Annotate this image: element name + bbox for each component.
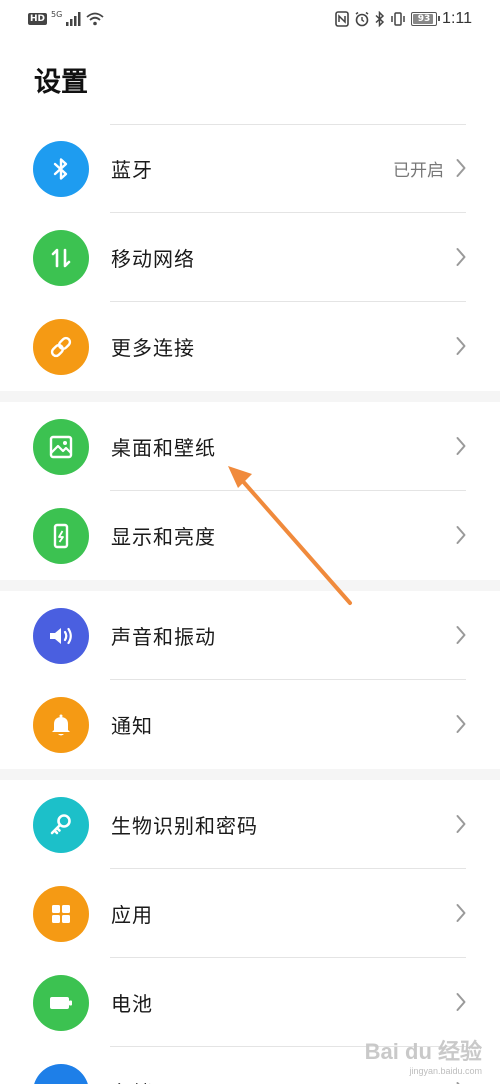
setting-row-notifications[interactable]: 通知 xyxy=(0,680,500,769)
battery-indicator: 93 xyxy=(411,12,441,26)
apps-icon xyxy=(33,886,89,942)
chevron-right-icon xyxy=(456,336,466,360)
chevron-right-icon xyxy=(456,814,466,838)
page-title: 设置 xyxy=(34,67,88,98)
setting-row-biometrics-password[interactable]: 生物识别和密码 xyxy=(0,780,500,869)
nfc-icon xyxy=(335,11,349,27)
wifi-icon xyxy=(86,12,104,26)
chevron-right-icon xyxy=(456,436,466,460)
link-icon xyxy=(33,319,89,375)
chevron-right-icon xyxy=(456,992,466,1016)
battery-icon xyxy=(33,975,89,1031)
wallpaper-icon xyxy=(33,419,89,475)
chevron-right-icon xyxy=(456,158,466,182)
setting-label: 存储 xyxy=(111,1077,153,1084)
setting-label: 声音和振动 xyxy=(111,625,216,649)
chevron-right-icon xyxy=(456,247,466,271)
watermark: Bai du 经验 jingyan.baidu.com xyxy=(365,1034,482,1076)
watermark-url: jingyan.baidu.com xyxy=(409,1066,482,1076)
chevron-right-icon xyxy=(456,714,466,738)
clock: 1:11 xyxy=(442,10,472,27)
setting-row-mobile-network[interactable]: 移动网络 xyxy=(0,213,500,302)
header: 设置 xyxy=(0,40,500,124)
bell-icon xyxy=(33,697,89,753)
chevron-right-icon xyxy=(456,903,466,927)
alarm-icon xyxy=(354,11,370,27)
setting-row-sound-vibration[interactable]: 声音和振动 xyxy=(0,591,500,680)
setting-row-display-brightness[interactable]: 显示和亮度 xyxy=(0,491,500,580)
key-icon xyxy=(33,797,89,853)
chevron-right-icon xyxy=(456,525,466,549)
bluetooth-icon xyxy=(33,141,89,197)
settings-screen: HD 5G 93 1:11 设置 蓝牙 已开启 移动网络 更多连接 桌面和壁纸 … xyxy=(0,0,500,1084)
signal-icon xyxy=(66,12,82,26)
chevron-right-icon xyxy=(456,625,466,649)
setting-label: 生物识别和密码 xyxy=(111,814,258,838)
battery-text: 93 xyxy=(417,14,431,24)
bluetooth-status-icon xyxy=(375,11,385,27)
watermark-logo: Bai du 经验 xyxy=(364,1039,482,1064)
setting-label: 桌面和壁纸 xyxy=(111,436,216,460)
mobile-data-icon xyxy=(33,230,89,286)
setting-label: 更多连接 xyxy=(111,336,195,360)
display-icon xyxy=(33,508,89,564)
setting-row-bluetooth[interactable]: 蓝牙 已开启 xyxy=(0,124,500,213)
settings-group-sound: 声音和振动 通知 xyxy=(0,591,500,769)
hd-badge: HD xyxy=(28,13,48,25)
status-bar: HD 5G 93 1:11 xyxy=(0,0,500,40)
setting-row-home-wallpaper[interactable]: 桌面和壁纸 xyxy=(0,402,500,491)
status-left: HD 5G xyxy=(28,9,104,29)
setting-value: 已开启 xyxy=(393,161,444,181)
settings-group-connectivity: 蓝牙 已开启 移动网络 更多连接 xyxy=(0,124,500,391)
storage-icon xyxy=(33,1064,89,1084)
sound-icon xyxy=(33,608,89,664)
settings-group-display: 桌面和壁纸 显示和亮度 xyxy=(0,402,500,580)
setting-label: 显示和亮度 xyxy=(111,525,216,549)
setting-label: 应用 xyxy=(111,903,153,927)
setting-label: 蓝牙 xyxy=(111,158,153,182)
setting-label: 电池 xyxy=(111,992,153,1016)
setting-label: 移动网络 xyxy=(111,247,195,271)
setting-row-more-connections[interactable]: 更多连接 xyxy=(0,302,500,391)
setting-label: 通知 xyxy=(111,714,153,738)
network-type: 5G xyxy=(51,9,63,19)
setting-row-apps[interactable]: 应用 xyxy=(0,869,500,958)
vibrate-icon xyxy=(390,11,406,27)
status-right: 93 1:11 xyxy=(335,9,472,29)
